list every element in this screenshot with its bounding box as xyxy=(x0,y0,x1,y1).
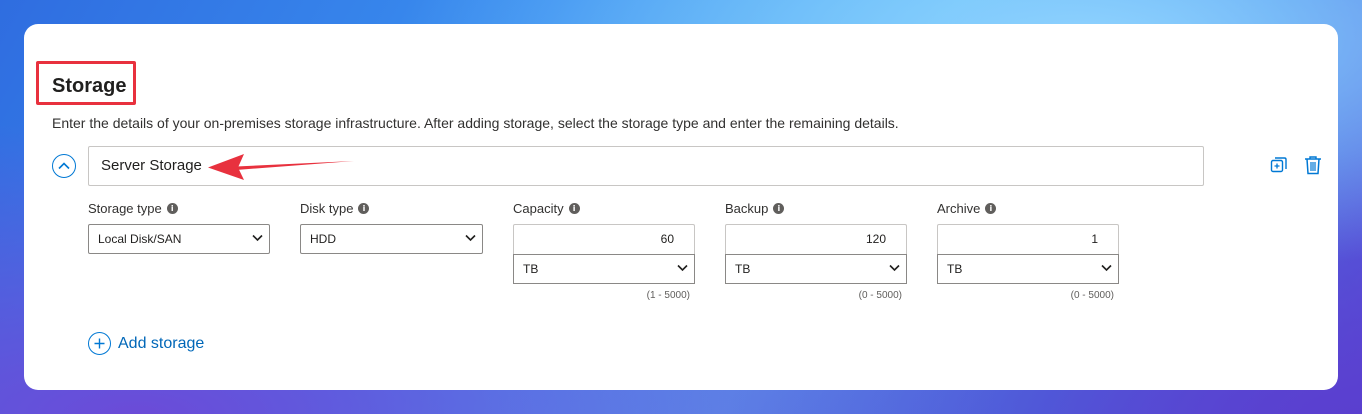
archive-unit-select[interactable]: TB xyxy=(937,254,1119,284)
section-title: Storage xyxy=(52,75,127,97)
info-icon[interactable]: i xyxy=(568,203,580,214)
copy-icon[interactable] xyxy=(1270,156,1288,174)
capacity-unit-select[interactable]: TB xyxy=(513,254,695,284)
info-icon[interactable]: i xyxy=(985,203,997,214)
backup-range: (0 - 5000) xyxy=(858,290,902,301)
trash-icon[interactable] xyxy=(1304,155,1322,175)
archive-unit-value: TB xyxy=(947,262,963,276)
section-description: Enter the details of your on-premises st… xyxy=(52,115,899,131)
storage-type-label-text: Storage type xyxy=(88,201,162,216)
backup-label-text: Backup xyxy=(725,201,769,216)
capacity-label: Capacity i xyxy=(513,201,580,216)
backup-input[interactable]: 120 xyxy=(725,224,907,254)
archive-label: Archive i xyxy=(937,201,997,216)
disk-type-value: HDD xyxy=(310,232,336,246)
disk-type-select[interactable]: HDD xyxy=(300,224,483,254)
backup-label: Backup i xyxy=(725,201,785,216)
backup-unit-value: TB xyxy=(735,262,751,276)
capacity-range: (1 - 5000) xyxy=(646,290,690,301)
chevron-up-icon xyxy=(58,162,70,170)
chevron-down-icon xyxy=(252,234,263,242)
info-icon[interactable]: i xyxy=(358,203,370,214)
capacity-input[interactable]: 60 xyxy=(513,224,695,254)
red-arrow-icon xyxy=(208,154,354,180)
archive-input[interactable]: 1 xyxy=(937,224,1119,254)
chevron-down-icon xyxy=(465,234,476,242)
capacity-unit-value: TB xyxy=(523,262,539,276)
disk-type-label-text: Disk type xyxy=(300,201,354,216)
add-storage-button[interactable]: Add storage xyxy=(88,332,204,355)
info-icon[interactable]: i xyxy=(773,203,785,214)
storage-card: Storage Enter the details of your on-pre… xyxy=(24,24,1338,390)
disk-type-label: Disk type i xyxy=(300,201,370,216)
backup-unit-select[interactable]: TB xyxy=(725,254,907,284)
storage-type-label: Storage type i xyxy=(88,201,178,216)
info-icon[interactable]: i xyxy=(166,203,178,214)
plus-icon xyxy=(94,338,105,349)
collapse-button[interactable] xyxy=(52,154,76,178)
storage-type-select[interactable]: Local Disk/SAN xyxy=(88,224,270,254)
storage-type-value: Local Disk/SAN xyxy=(98,232,182,246)
plus-circle-icon xyxy=(88,332,111,355)
chevron-down-icon xyxy=(1101,264,1112,272)
chevron-down-icon xyxy=(889,264,900,272)
archive-range: (0 - 5000) xyxy=(1070,290,1114,301)
archive-label-text: Archive xyxy=(937,201,981,216)
capacity-label-text: Capacity xyxy=(513,201,564,216)
chevron-down-icon xyxy=(677,264,688,272)
add-storage-label: Add storage xyxy=(118,334,205,352)
